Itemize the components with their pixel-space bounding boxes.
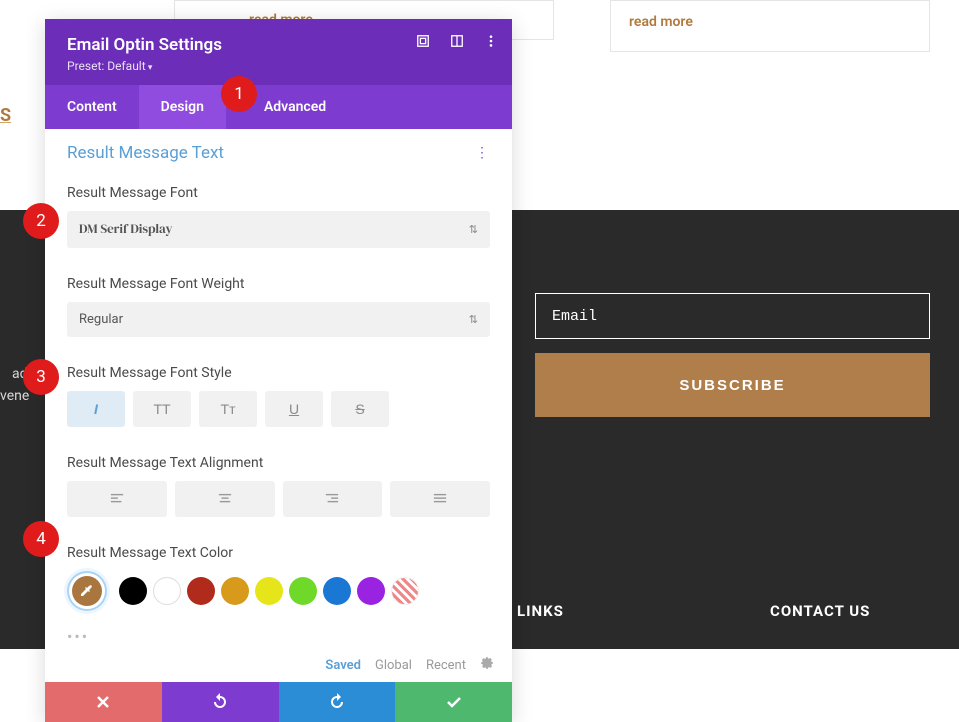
bg-text-vene: vene: [0, 388, 29, 404]
tab-design[interactable]: Design: [139, 85, 226, 129]
annotation-badge-4: 4: [23, 521, 59, 557]
save-button[interactable]: [395, 682, 512, 722]
select-arrow-icon: ⇅: [469, 313, 478, 326]
footer-recent-tab[interactable]: Recent: [426, 658, 466, 673]
section-header[interactable]: Result Message Text ⋮: [45, 129, 512, 177]
align-right-button[interactable]: [283, 481, 383, 517]
gear-icon[interactable]: [480, 656, 494, 674]
more-icon[interactable]: [484, 33, 498, 52]
more-options-button[interactable]: •••: [45, 619, 512, 652]
panel-header: Email Optin Settings Preset: Default: [45, 19, 512, 85]
style-underline-button[interactable]: U: [265, 391, 323, 427]
font-select[interactable]: DM Serif Display ⇅: [67, 211, 490, 248]
panel-preset-dropdown[interactable]: Preset: Default: [67, 59, 490, 73]
redo-button[interactable]: [279, 682, 396, 722]
section-more-icon[interactable]: ⋮: [475, 145, 490, 161]
section-title-text: Result Message Text: [67, 143, 224, 163]
annotation-badge-1: 1: [221, 76, 257, 112]
weight-value: Regular: [79, 312, 123, 327]
tab-bar: Content Design Advanced: [45, 85, 512, 129]
footer-contact-heading: CONTACT US: [770, 602, 870, 620]
color-white[interactable]: [153, 577, 181, 605]
panel-footer-tabs: Saved Global Recent: [45, 652, 512, 682]
color-black[interactable]: [119, 577, 147, 605]
color-lime[interactable]: [289, 577, 317, 605]
label-weight: Result Message Font Weight: [67, 276, 490, 292]
footer-global-tab[interactable]: Global: [375, 658, 412, 673]
align-center-button[interactable]: [175, 481, 275, 517]
color-purple[interactable]: [357, 577, 385, 605]
select-arrow-icon: ⇅: [469, 223, 478, 236]
color-amber[interactable]: [221, 577, 249, 605]
color-picker-eyedropper[interactable]: [67, 571, 107, 611]
sidebar-categories-fragment: S: [0, 105, 11, 126]
color-blue[interactable]: [323, 577, 351, 605]
action-bar: [45, 682, 512, 722]
subscribe-button[interactable]: SUBSCRIBE: [535, 353, 930, 417]
email-field[interactable]: [535, 293, 930, 339]
read-more-link-2[interactable]: read more: [629, 14, 693, 30]
style-italic-button[interactable]: I: [67, 391, 125, 427]
color-none[interactable]: [391, 577, 419, 605]
color-yellow[interactable]: [255, 577, 283, 605]
tab-content[interactable]: Content: [45, 85, 139, 129]
style-uppercase-button[interactable]: TT: [133, 391, 191, 427]
style-smallcaps-button[interactable]: Tᴛ: [199, 391, 257, 427]
footer-links-heading: LINKS: [517, 602, 564, 620]
font-value: DM Serif Display: [79, 221, 173, 238]
label-alignment: Result Message Text Alignment: [67, 455, 490, 471]
undo-button[interactable]: [162, 682, 279, 722]
style-strike-button[interactable]: S: [331, 391, 389, 427]
settings-panel: Email Optin Settings Preset: Default Con…: [45, 19, 512, 722]
expand-icon[interactable]: [416, 33, 430, 52]
label-color: Result Message Text Color: [67, 545, 490, 561]
cancel-button[interactable]: [45, 682, 162, 722]
align-justify-button[interactable]: [390, 481, 490, 517]
tab-advanced[interactable]: Advanced: [242, 85, 348, 129]
label-font: Result Message Font: [67, 185, 490, 201]
annotation-badge-2: 2: [23, 203, 59, 239]
weight-select[interactable]: Regular ⇅: [67, 302, 490, 337]
color-red[interactable]: [187, 577, 215, 605]
align-left-button[interactable]: [67, 481, 167, 517]
footer-saved-tab[interactable]: Saved: [325, 658, 361, 673]
dock-icon[interactable]: [450, 33, 464, 52]
label-style: Result Message Font Style: [67, 365, 490, 381]
annotation-badge-3: 3: [23, 359, 59, 395]
